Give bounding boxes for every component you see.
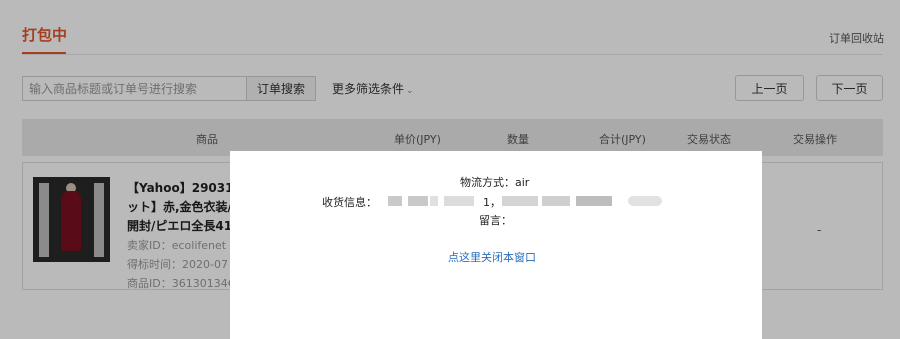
redacted-block (430, 196, 438, 206)
address-fragment: 1， (483, 196, 501, 209)
redacted-block (628, 196, 662, 206)
redacted-block (408, 196, 428, 206)
logistics-method: 物流方式：air (460, 176, 530, 189)
redacted-block (502, 196, 538, 206)
shipping-info-modal: 物流方式：air 收货信息： 1， 留言： 点这里关闭本窗口 (230, 151, 762, 339)
redacted-block (444, 196, 474, 206)
redacted-block (576, 196, 612, 206)
close-window-link[interactable]: 点这里关闭本窗口 (448, 249, 536, 265)
address-label: 收货信息： (322, 196, 377, 209)
redacted-block (388, 196, 402, 206)
message-label: 留言： (479, 214, 512, 227)
redacted-block (542, 196, 570, 206)
